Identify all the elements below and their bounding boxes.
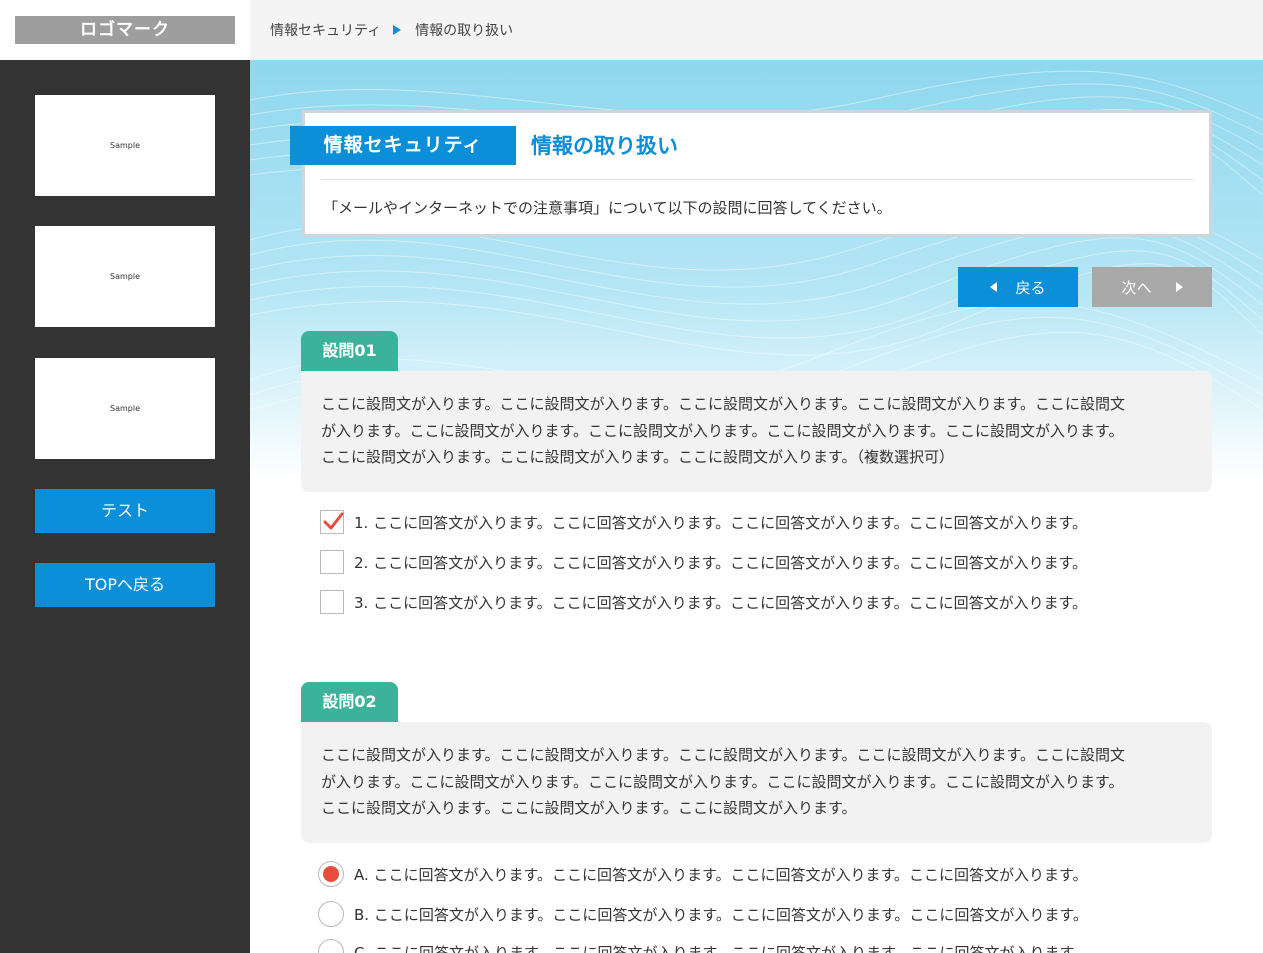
question-line: ここに設問文が入ります。ここに設問文が入ります。ここに設問文が入ります。 (321, 799, 857, 817)
question-line: が入ります。ここに設問文が入ります。ここに設問文が入ります。ここに設問文が入りま… (321, 772, 1124, 791)
logo[interactable]: ロゴマーク (15, 16, 235, 44)
top-header: ロゴマーク 情報セキュリティ 情報の取り扱い (0, 0, 1263, 60)
answer-text: B. ここに回答文が入ります。ここに回答文が入ります。ここに回答文が入ります。こ… (354, 905, 1088, 924)
back-button-label: 戻る (1015, 278, 1046, 297)
question-line: ここに設問文が入ります。ここに設問文が入ります。ここに設問文が入ります。ここに設… (321, 746, 1126, 764)
sidebar: Sample Sample Sample テスト TOPへ戻る (0, 60, 250, 953)
radio-selected[interactable] (318, 861, 344, 887)
answer-1-option-2[interactable]: 2. ここに回答文が入ります。ここに回答文が入ります。ここに回答文が入ります。こ… (320, 550, 1087, 574)
checkbox[interactable] (320, 550, 344, 574)
breadcrumb-arrow-icon (393, 25, 402, 35)
radio[interactable] (318, 939, 344, 953)
arrow-left-icon (990, 282, 998, 292)
back-to-top-button[interactable]: TOPへ戻る (35, 563, 215, 607)
arrow-right-icon (1175, 282, 1183, 292)
question-2-tab: 設問02 (301, 682, 398, 722)
answer-2-option-a[interactable]: A. ここに回答文が入ります。ここに回答文が入ります。ここに回答文が入ります。こ… (318, 861, 1088, 887)
breadcrumb-item-category[interactable]: 情報セキュリティ (270, 20, 381, 40)
sidebar-thumbnail-3[interactable]: Sample (35, 358, 215, 459)
checkbox[interactable] (320, 590, 344, 614)
answer-text: 3. ここに回答文が入ります。ここに回答文が入ります。ここに回答文が入ります。こ… (354, 593, 1088, 612)
question-1-tab: 設問01 (301, 331, 398, 371)
test-button[interactable]: テスト (35, 489, 215, 533)
answer-1-option-1[interactable]: 1. ここに回答文が入ります。ここに回答文が入ります。ここに回答文が入ります。こ… (320, 510, 1087, 534)
question-line: が入ります。ここに設問文が入ります。ここに設問文が入ります。ここに設問文が入りま… (321, 421, 1124, 440)
sidebar-thumbnail-2[interactable]: Sample (35, 226, 215, 327)
section-label: 情報セキュリティ (290, 126, 516, 165)
radio[interactable] (318, 901, 344, 927)
answer-text: 2. ここに回答文が入ります。ここに回答文が入ります。ここに回答文が入ります。こ… (354, 553, 1088, 572)
instruction-text: 「メールやインターネットでの注意事項」について以下の設問に回答してください。 (323, 199, 892, 217)
answer-text: A. ここに回答文が入ります。ここに回答文が入ります。ここに回答文が入ります。こ… (354, 865, 1088, 884)
question-2-text: ここに設問文が入ります。ここに設問文が入ります。ここに設問文が入ります。ここに設… (301, 722, 1212, 843)
next-button-label: 次へ (1121, 278, 1152, 297)
next-button[interactable]: 次へ (1092, 267, 1212, 307)
question-1-text: ここに設問文が入ります。ここに設問文が入ります。ここに設問文が入ります。ここに設… (301, 371, 1212, 492)
title-panel: 情報セキュリティ 情報の取り扱い 「メールやインターネットでの注意事項」について… (290, 110, 1212, 237)
title-divider (321, 179, 1193, 180)
main-content: 情報セキュリティ 情報の取り扱い 「メールやインターネットでの注意事項」について… (250, 60, 1263, 953)
checkmark-icon (323, 512, 344, 530)
back-button[interactable]: 戻る (958, 267, 1078, 307)
answer-text: 1. ここに回答文が入ります。ここに回答文が入ります。ここに回答文が入ります。こ… (354, 513, 1088, 532)
answer-2-option-c[interactable]: C. ここに回答文が入ります。ここに回答文が入ります。ここに回答文が入ります。こ… (318, 939, 1089, 953)
answer-1-option-3[interactable]: 3. ここに回答文が入ります。ここに回答文が入ります。ここに回答文が入ります。こ… (320, 590, 1087, 614)
page-title: 情報の取り扱い (531, 134, 678, 158)
sidebar-thumbnail-1[interactable]: Sample (35, 95, 215, 196)
logo-area: ロゴマーク (0, 0, 250, 60)
answer-text: C. ここに回答文が入ります。ここに回答文が入ります。ここに回答文が入ります。こ… (354, 943, 1089, 953)
answer-2-option-b[interactable]: B. ここに回答文が入ります。ここに回答文が入ります。ここに回答文が入ります。こ… (318, 901, 1088, 927)
breadcrumb: 情報セキュリティ 情報の取り扱い (270, 20, 513, 40)
checkbox-checked[interactable] (320, 510, 344, 534)
breadcrumb-item-current: 情報の取り扱い (415, 23, 514, 39)
question-line: ここに設問文が入ります。ここに設問文が入ります。ここに設問文が入ります。（複数選… (321, 448, 955, 466)
radio-dot-icon (323, 866, 339, 882)
question-line: ここに設問文が入ります。ここに設問文が入ります。ここに設問文が入ります。ここに設… (321, 395, 1126, 413)
